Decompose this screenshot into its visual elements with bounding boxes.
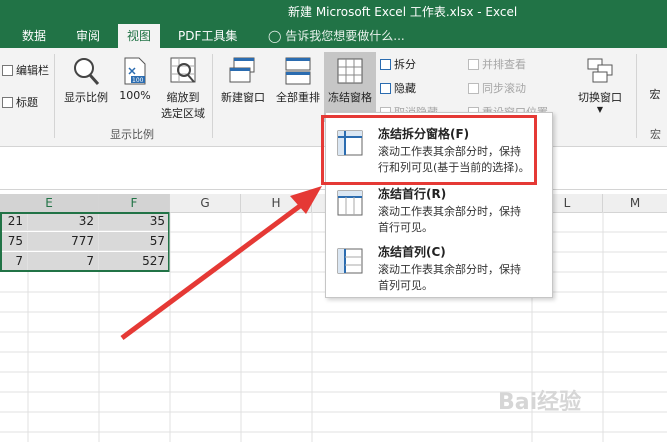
menu-item-freeze-panes[interactable]: 冻结拆分窗格(F) 滚动工作表其余部分时，保持 行和列可见(基于当前的选择)。 [326, 119, 552, 177]
baidu-watermark-logo: Bai经验 [498, 390, 582, 415]
freeze-first-column-icon [337, 248, 363, 274]
menu-item-freeze-first-column[interactable]: 冻结首列(C) 滚动工作表其余部分时，保持 首列可见。 [326, 237, 552, 295]
freeze-top-row-icon [337, 190, 363, 216]
freeze-split-icon [337, 130, 363, 156]
freeze-panes-menu: 冻结拆分窗格(F) 滚动工作表其余部分时，保持 行和列可见(基于当前的选择)。 … [325, 112, 553, 298]
menu-item-freeze-top-row[interactable]: 冻结首行(R) 滚动工作表其余部分时，保持 首行可见。 [326, 179, 552, 237]
freeze-first-column-title: 冻结首列(C) [378, 245, 446, 259]
freeze-panes-desc-2: 行和列可见(基于当前的选择)。 [378, 161, 530, 174]
freeze-first-column-desc-1: 滚动工作表其余部分时，保持 [378, 263, 521, 276]
freeze-top-row-title: 冻结首行(R) [378, 187, 447, 201]
freeze-top-row-desc-1: 滚动工作表其余部分时，保持 [378, 205, 521, 218]
freeze-first-column-desc-2: 首列可见。 [378, 279, 433, 292]
freeze-top-row-desc-2: 首行可见。 [378, 221, 433, 234]
freeze-panes-title: 冻结拆分窗格(F) [378, 127, 470, 141]
freeze-panes-desc-1: 滚动工作表其余部分时，保持 [378, 145, 521, 158]
